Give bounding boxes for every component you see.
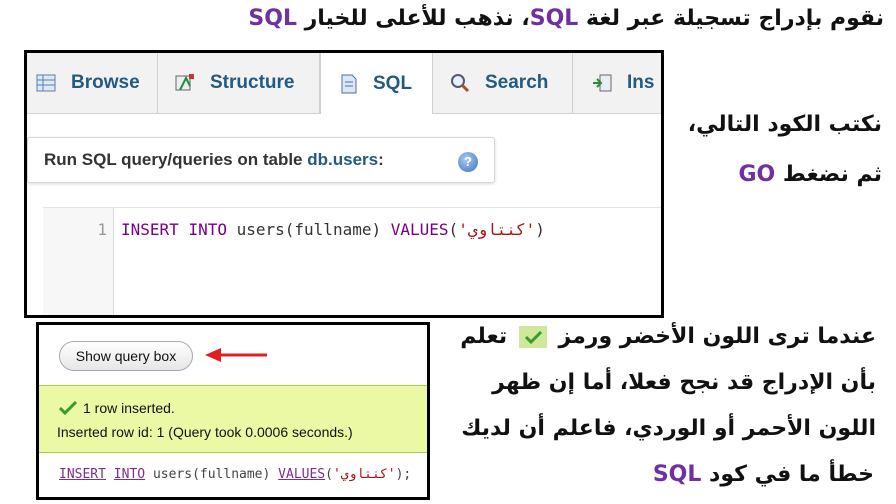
code-keyword: INTO	[188, 220, 227, 239]
heading-text-mid: ، نذهب للأعلى للخيار	[296, 6, 530, 31]
table-name-link[interactable]: db.users	[307, 150, 378, 169]
tab-insert-label: Ins	[627, 72, 655, 93]
instruction-press-go-text: ثم نضغط	[775, 162, 882, 187]
help-icon[interactable]: ?	[458, 152, 478, 172]
go-keyword: GO	[738, 162, 776, 187]
green-check-icon	[518, 326, 547, 348]
line-number: 1	[97, 220, 107, 239]
code-paren: (	[448, 220, 459, 239]
structure-icon	[174, 72, 196, 94]
sql-keyword-link[interactable]: VALUES	[278, 467, 325, 482]
sql-keyword: SQL	[652, 462, 702, 487]
tab-search-label: Search	[485, 72, 549, 93]
sql-tail: );	[395, 467, 412, 482]
explanation-line-3: اللون الأحمر أو الوردي، فاعلم أن لديك	[461, 416, 876, 441]
query-panel-header: Run SQL query/queries on table db.users:…	[27, 137, 495, 183]
rows-inserted-text: 1 row inserted.	[83, 400, 175, 416]
instruction-press-go: ثم نضغط GO	[738, 162, 882, 187]
code-line: INSERT INTO users(fullname) VALUES('كنتا…	[121, 220, 545, 239]
explanation-text: تعلم	[460, 324, 515, 349]
code-table: users(fullname)	[236, 220, 382, 239]
executed-sql: INSERT INTO users(fullname) VALUES('كنتا…	[59, 467, 412, 482]
page-heading: نقوم بإدراج تسجيلة عبر لغة SQL، نذهب للأ…	[248, 6, 884, 31]
heading-text: نقوم بإدراج تسجيلة عبر لغة	[578, 6, 884, 31]
inserted-row-id-text: Inserted row id: 1 (Query took 0.0006 se…	[57, 424, 353, 440]
explanation-line-4: خطأ ما في كود SQL	[653, 462, 874, 487]
insert-icon	[591, 72, 613, 94]
heading-keyword-sql: SQL	[529, 6, 579, 31]
editor-gutter: 1	[43, 208, 114, 315]
heading-keyword-sql-option: SQL	[248, 6, 297, 31]
show-query-box-button[interactable]: Show query box	[59, 341, 193, 371]
success-message: 1 row inserted. Inserted row id: 1 (Quer…	[39, 385, 427, 453]
explanation-line-2: بأن الإدراج قد نجح فعلا، أما إن ظهر	[492, 370, 876, 395]
sql-string: 'كنتاوي'	[332, 467, 396, 482]
tab-sql-label: SQL	[373, 72, 413, 94]
tab-structure[interactable]: Structure	[158, 53, 320, 113]
sql-doc-icon	[337, 73, 359, 95]
instruction-write-code: نكتب الكود التالي،	[687, 112, 882, 137]
tab-search[interactable]: Search	[433, 53, 573, 113]
sql-tab-screenshot: Browse Structure SQL Search Ins Run SQL …	[24, 50, 664, 318]
code-paren: )	[535, 220, 545, 239]
tab-browse-label: Browse	[71, 72, 140, 93]
red-arrow-icon	[205, 348, 267, 362]
sql-editor[interactable]: 1 INSERT INTO users(fullname) VALUES('كن…	[43, 207, 661, 315]
tab-insert[interactable]: Ins	[573, 53, 661, 113]
code-string: 'كنتاوي'	[458, 220, 536, 239]
magnifier-icon	[449, 72, 471, 94]
table-icon	[35, 72, 57, 94]
result-screenshot: Show query box 1 row inserted. Inserted …	[36, 322, 430, 500]
sql-keyword-link[interactable]: INSERT	[59, 467, 106, 482]
check-icon	[59, 401, 77, 415]
query-panel-title: Run SQL query/queries on table db.users:	[44, 150, 384, 170]
explanation-text: عندما ترى اللون الأخضر ورمز	[550, 324, 877, 349]
code-keyword: VALUES	[390, 220, 449, 239]
sql-keyword-link[interactable]: INTO	[114, 467, 145, 482]
explanation-text: خطأ ما في كود	[701, 462, 874, 487]
query-title-suffix: :	[378, 150, 384, 169]
sql-table: users(fullname)	[152, 467, 271, 482]
tab-bar: Browse Structure SQL Search Ins	[27, 53, 661, 114]
tab-browse[interactable]: Browse	[27, 53, 158, 113]
explanation-line-1: عندما ترى اللون الأخضر ورمز تعلم	[460, 324, 876, 349]
code-keyword: INSERT	[121, 220, 179, 239]
tab-sql[interactable]: SQL	[320, 53, 433, 114]
success-line-rows: 1 row inserted.	[59, 400, 175, 416]
query-title-prefix: Run SQL query/queries on table	[44, 150, 308, 169]
tab-structure-label: Structure	[210, 72, 295, 93]
